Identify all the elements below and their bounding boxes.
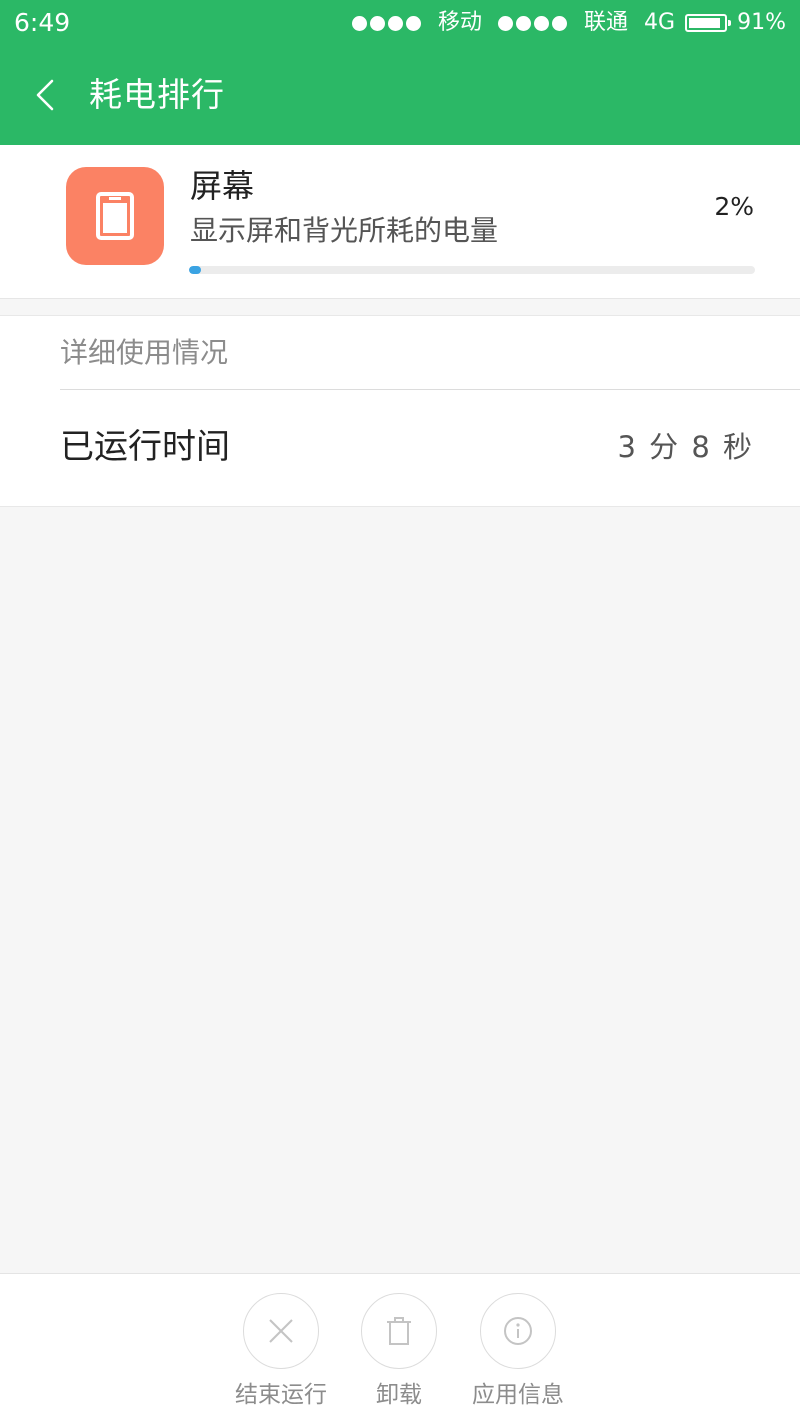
- status-bar: 6:49 移动 联通 4G 91%: [0, 0, 800, 46]
- back-button[interactable]: [22, 68, 68, 122]
- usage-details: 详细使用情况 已运行时间 3 分 8 秒: [0, 315, 800, 507]
- screen-icon: [66, 167, 164, 265]
- trash-icon: [387, 1317, 411, 1345]
- section-title: 详细使用情况: [60, 336, 229, 369]
- usage-progress-bar: [189, 266, 755, 274]
- carrier-1-label: 移动: [438, 10, 483, 35]
- action-bar: 结束运行 卸载 应用信息: [0, 1273, 800, 1423]
- app-header: 6:49 移动 联通 4G 91% 耗电排行: [0, 0, 800, 145]
- info-icon: [504, 1317, 532, 1345]
- carrier-2-label: 联通: [584, 10, 629, 35]
- item-description: 显示屏和背光所耗的电量: [190, 214, 499, 247]
- status-time: 6:49: [14, 8, 71, 37]
- power-usage-summary: 屏幕 显示屏和背光所耗的电量 2%: [0, 145, 800, 299]
- app-info-button[interactable]: 应用信息: [454, 1293, 584, 1423]
- detail-value: 3 分 8 秒: [617, 430, 754, 464]
- signal-strength-icon: [352, 15, 424, 31]
- signal-strength-icon: [498, 15, 570, 31]
- battery-icon: [685, 14, 732, 32]
- uninstall-label: 卸载: [376, 1382, 422, 1408]
- section-header: 详细使用情况: [60, 316, 800, 390]
- close-icon: [269, 1319, 293, 1343]
- item-name: 屏幕: [190, 167, 255, 205]
- usage-percent: 2%: [714, 192, 754, 221]
- detail-label: 已运行时间: [60, 427, 230, 467]
- network-type-label: 4G: [644, 10, 676, 35]
- uninstall-button[interactable]: 卸载: [335, 1293, 465, 1423]
- title-bar: 耗电排行: [0, 46, 800, 145]
- force-stop-button[interactable]: 结束运行: [217, 1293, 347, 1423]
- force-stop-label: 结束运行: [235, 1382, 327, 1408]
- detail-row-run-time: 已运行时间 3 分 8 秒: [60, 390, 754, 506]
- app-info-label: 应用信息: [472, 1382, 564, 1408]
- usage-progress-fill: [189, 266, 201, 274]
- battery-percent-label: 91%: [737, 10, 786, 35]
- page-title: 耗电排行: [89, 75, 225, 114]
- status-indicators: 移动 联通 4G 91%: [352, 8, 786, 38]
- chevron-left-icon: [36, 79, 54, 111]
